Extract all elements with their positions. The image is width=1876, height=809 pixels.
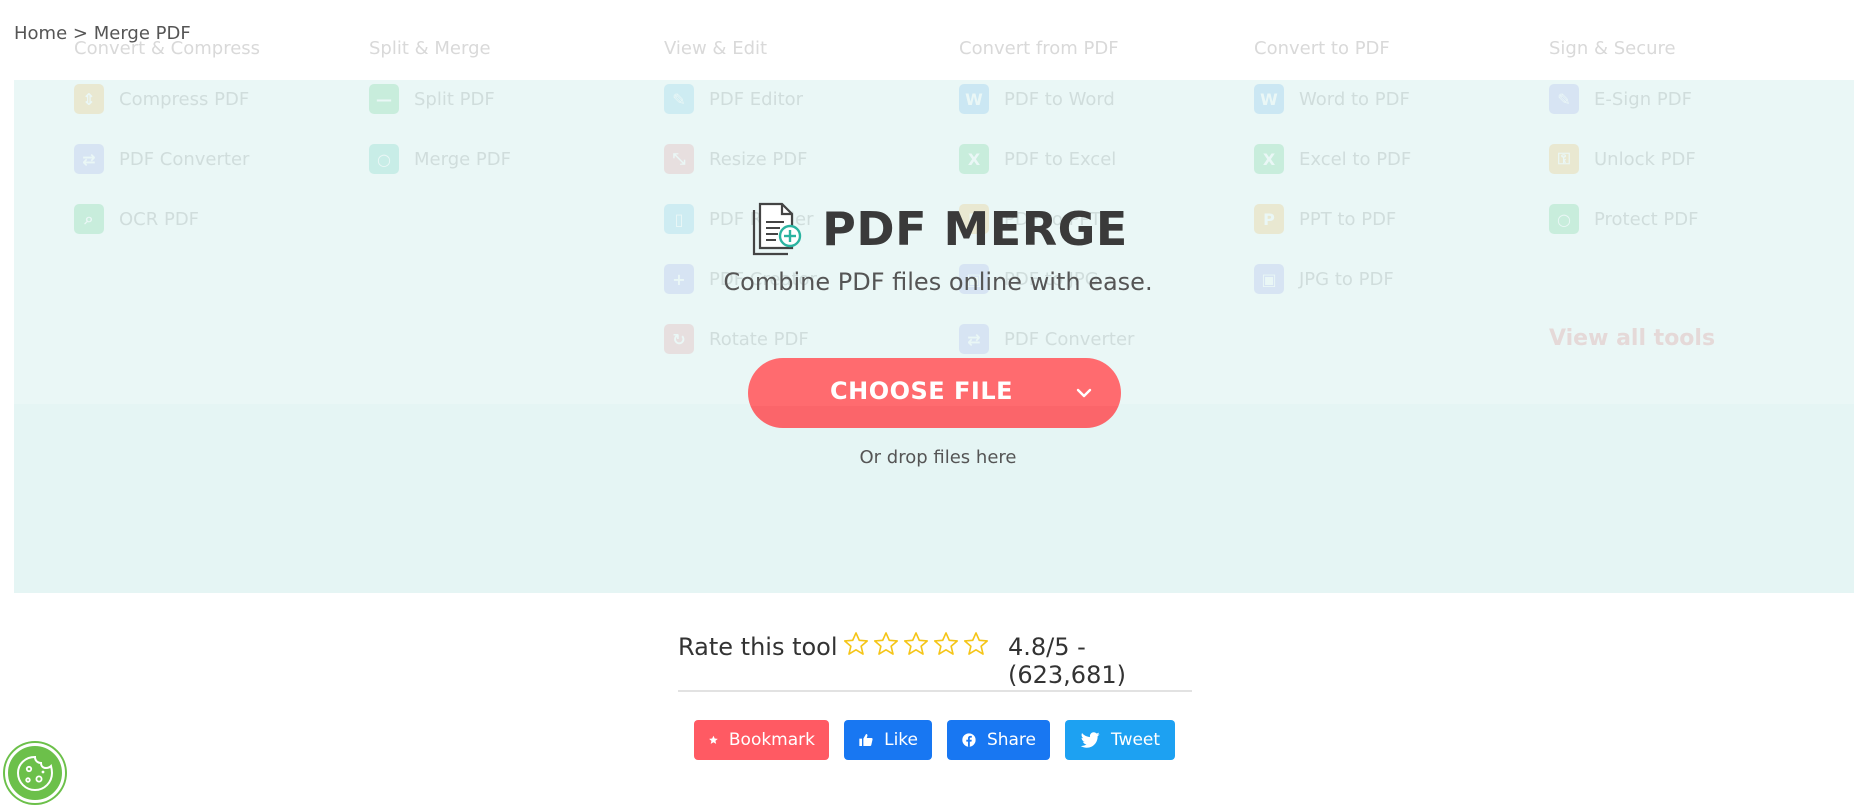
drop-hint: Or drop files here [859, 447, 1017, 468]
bookmark-button[interactable]: Bookmark [694, 720, 829, 760]
menu-column-view-edit: View & Edit ✎ PDF Editor ⤡ Resize PDF ▯ … [664, 38, 817, 354]
rate-label: Rate this tool [678, 633, 838, 661]
merge-document-icon [753, 202, 802, 256]
choose-file-button[interactable]: CHOOSE FILE [748, 358, 1121, 428]
menu-heading: Split & Merge [369, 38, 491, 59]
rating-value: 4.8/5 - (623,681) [1008, 633, 1126, 689]
bookmark-label: Bookmark [728, 730, 815, 750]
star-icon[interactable] [962, 630, 990, 658]
page-title: PDF MERGE [822, 202, 1128, 256]
menu-heading: View & Edit [664, 38, 768, 59]
menu-column-sign-secure: Sign & Secure ✎ E-Sign PDF ⚿ Unlock PDF … [1549, 38, 1698, 234]
breadcrumb-separator: > [72, 23, 88, 44]
chevron-down-icon[interactable] [1073, 382, 1095, 404]
star-rating[interactable] [842, 630, 990, 658]
star-icon[interactable] [842, 630, 870, 658]
menu-column-convert-from-pdf: Convert from PDF W PDF to Word X PDF to … [959, 38, 1134, 354]
facebook-share-button[interactable]: Share [947, 720, 1050, 760]
share-label: Share [986, 730, 1036, 750]
cookie-icon [16, 755, 54, 792]
tweet-label: Tweet [1111, 730, 1161, 750]
menu-column-split-merge: Split & Merge — Split PDF ○ Merge PDF [369, 38, 511, 174]
menu-heading: Convert from PDF [959, 38, 1119, 59]
cookie-settings-button[interactable] [5, 743, 65, 803]
menu-heading: Sign & Secure [1549, 38, 1676, 59]
star-icon[interactable] [872, 630, 900, 658]
share-buttons: Bookmark Like Share Tweet [694, 720, 1175, 760]
choose-file-label: CHOOSE FILE [830, 377, 1014, 405]
menu-column-convert-to-pdf: Convert to PDF W Word to PDF X Excel to … [1254, 38, 1411, 294]
like-label: Like [884, 730, 918, 750]
title-row: PDF MERGE [0, 200, 1876, 258]
star-filled-icon [709, 735, 718, 744]
rating-section: Rate this tool 4.8/5 - (623,681) [678, 630, 1192, 692]
star-icon[interactable] [932, 630, 960, 658]
like-button[interactable]: Like [844, 720, 932, 760]
thumbs-up-icon [859, 733, 873, 747]
page-subtitle: Combine PDF files online with ease. [723, 268, 1153, 296]
tweet-button[interactable]: Tweet [1065, 720, 1175, 760]
star-icon[interactable] [902, 630, 930, 658]
drop-zone[interactable] [14, 404, 1854, 593]
hero: PDF MERGE Combine PDF files online with … [0, 200, 1876, 296]
twitter-icon [1080, 732, 1100, 748]
breadcrumb: Home > Merge PDF [14, 23, 191, 44]
breadcrumb-current: Merge PDF [93, 23, 191, 44]
menu-heading: Convert to PDF [1254, 38, 1390, 59]
breadcrumb-home[interactable]: Home [14, 23, 67, 44]
facebook-icon [962, 733, 976, 747]
